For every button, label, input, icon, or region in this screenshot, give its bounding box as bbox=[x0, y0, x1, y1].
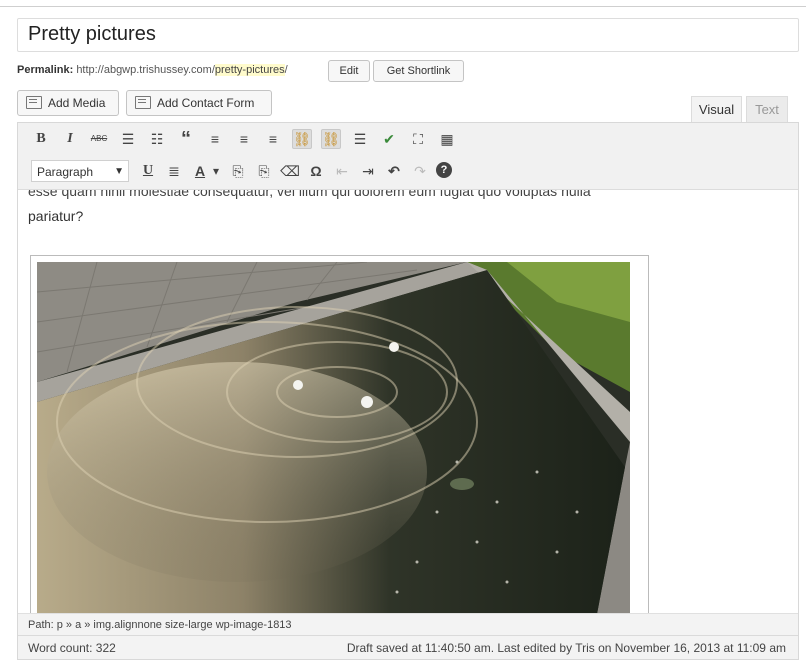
fullscreen-icon[interactable]: ⛶ bbox=[408, 129, 428, 149]
add-media-label: Add Media bbox=[48, 96, 106, 110]
align-left-icon[interactable]: ≡ bbox=[205, 129, 225, 149]
add-contact-form-label: Add Contact Form bbox=[157, 96, 255, 110]
numbered-list-icon[interactable]: ☷ bbox=[147, 129, 167, 149]
indent-icon[interactable]: ⇥ bbox=[358, 161, 378, 181]
permalink-label: Permalink: bbox=[17, 64, 74, 76]
undo-icon[interactable]: ↶ bbox=[384, 161, 404, 181]
editor-content[interactable]: esse quam nihil molestiae consequatur, v… bbox=[18, 190, 798, 613]
strikethrough-icon[interactable]: ABC bbox=[89, 129, 109, 149]
underline-icon[interactable]: U bbox=[138, 161, 158, 181]
align-center-icon[interactable]: ≡ bbox=[234, 129, 254, 149]
redo-icon[interactable]: ↷ bbox=[410, 161, 430, 181]
top-border bbox=[0, 6, 806, 7]
remove-link-icon[interactable]: ⛓ bbox=[321, 129, 341, 149]
contact-form-icon bbox=[135, 96, 151, 109]
permalink-row: Permalink: http://abgwp.trishussey.com/p… bbox=[17, 64, 288, 76]
spellcheck-icon[interactable]: ✔ bbox=[379, 129, 399, 149]
editor-toolbar: B I ABC ☰ ☷ “ ≡ ≡ ≡ ⛓ ⛓ ☰ ✔ ⛶ ▦ Paragrap… bbox=[18, 123, 798, 190]
format-select-value: Paragraph bbox=[37, 165, 94, 179]
blockquote-icon[interactable]: “ bbox=[176, 129, 196, 149]
insert-link-icon[interactable]: ⛓ bbox=[292, 129, 312, 149]
tab-text[interactable]: Text bbox=[746, 96, 788, 123]
text-color-dropdown-icon[interactable]: ▾ bbox=[206, 161, 226, 181]
fountain-photo bbox=[37, 262, 630, 613]
status-bar: Word count: 322 Draft saved at 11:40:50 … bbox=[18, 635, 798, 659]
format-select[interactable]: Paragraph ▼ bbox=[31, 160, 129, 182]
element-path: Path: p » a » img.alignnone size-large w… bbox=[18, 613, 798, 635]
editor-area: B I ABC ☰ ☷ “ ≡ ≡ ≡ ⛓ ⛓ ☰ ✔ ⛶ ▦ Paragrap… bbox=[17, 122, 799, 660]
permalink-trailing: / bbox=[284, 64, 288, 76]
chevron-down-icon: ▼ bbox=[114, 166, 124, 177]
permalink-slug[interactable]: pretty-pictures bbox=[214, 64, 285, 76]
inline-image-selected[interactable] bbox=[30, 255, 649, 613]
help-icon[interactable]: ? bbox=[436, 162, 452, 178]
permalink-base-url: http://abgwp.trishussey.com/ bbox=[76, 64, 215, 76]
tab-visual[interactable]: Visual bbox=[691, 96, 742, 123]
bullet-list-icon[interactable]: ☰ bbox=[118, 129, 138, 149]
draft-saved-status: Draft saved at 11:40:50 am. Last edited … bbox=[346, 641, 786, 655]
outdent-icon[interactable]: ⇤ bbox=[332, 161, 352, 181]
permalink-edit-button[interactable]: Edit bbox=[328, 60, 370, 82]
post-title-input[interactable]: Pretty pictures bbox=[17, 18, 799, 52]
bold-icon[interactable]: B bbox=[31, 129, 51, 149]
clear-formatting-icon[interactable]: ⌫ bbox=[280, 161, 300, 181]
get-shortlink-button[interactable]: Get Shortlink bbox=[373, 60, 464, 82]
word-count: Word count: 322 bbox=[28, 641, 116, 655]
special-character-icon[interactable]: Ω bbox=[306, 161, 326, 181]
paragraph-text: pariatur? bbox=[28, 208, 84, 224]
paragraph-text-cut: esse quam nihil molestiae consequatur, v… bbox=[28, 190, 591, 199]
justify-icon[interactable]: ≣ bbox=[164, 161, 184, 181]
read-more-icon[interactable]: ☰ bbox=[350, 129, 370, 149]
media-icon bbox=[26, 96, 42, 109]
paste-as-text-icon[interactable]: ⎘ bbox=[228, 161, 248, 181]
post-title-text: Pretty pictures bbox=[28, 23, 156, 45]
add-media-button[interactable]: Add Media bbox=[17, 90, 119, 116]
align-right-icon[interactable]: ≡ bbox=[263, 129, 283, 149]
add-contact-form-button[interactable]: Add Contact Form bbox=[126, 90, 272, 116]
kitchen-sink-icon[interactable]: ▦ bbox=[437, 129, 457, 149]
paste-from-word-icon[interactable]: ⎘ bbox=[254, 161, 274, 181]
italic-icon[interactable]: I bbox=[60, 129, 80, 149]
